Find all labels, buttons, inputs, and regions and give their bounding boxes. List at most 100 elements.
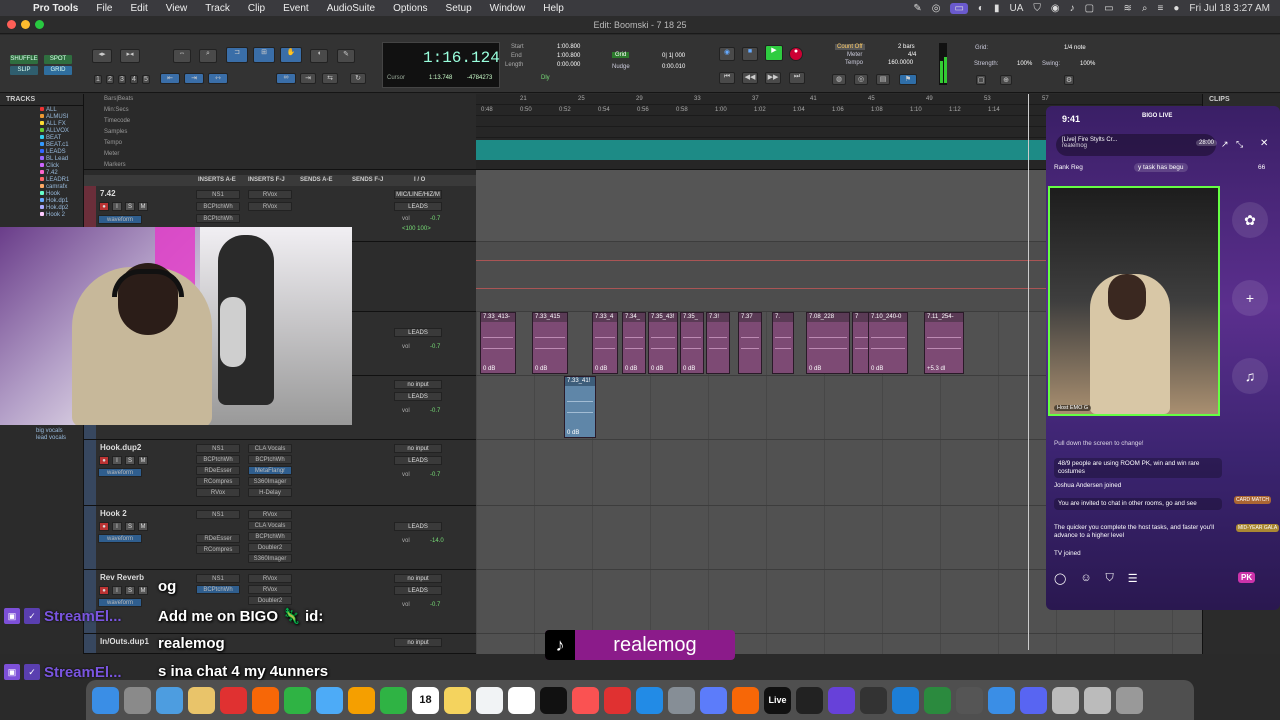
- menu-view[interactable]: View: [157, 3, 197, 14]
- stop-icon[interactable]: ■: [742, 47, 758, 61]
- insert-j[interactable]: S360Imager: [248, 554, 292, 563]
- insert-e[interactable]: RVox: [196, 488, 240, 497]
- dock-music-icon[interactable]: [572, 686, 599, 714]
- insert-f[interactable]: RVox: [248, 190, 292, 199]
- zoom-preset-2[interactable]: 2: [106, 75, 114, 84]
- track-list-item[interactable]: ALL: [0, 107, 57, 114]
- quantize-icon[interactable]: ▢: [976, 75, 986, 85]
- audio-clip[interactable]: 7.37: [738, 312, 762, 374]
- insert-c[interactable]: BCPtchWh: [196, 214, 240, 223]
- zoom-preset-3[interactable]: 3: [118, 75, 126, 84]
- io-input[interactable]: no input: [394, 574, 442, 583]
- menu-file[interactable]: File: [87, 3, 121, 14]
- screen-record-icon[interactable]: ▭: [950, 2, 968, 14]
- insert-b[interactable]: BCPtchWh: [196, 202, 240, 211]
- conductor-icon[interactable]: ⚑: [899, 74, 917, 85]
- audio-clip[interactable]: 7.33_413- 0 dB: [480, 312, 516, 374]
- dock-facetime-icon[interactable]: [380, 686, 407, 714]
- audio-clip[interactable]: 7.35_43! 0 dB: [648, 312, 678, 374]
- shuffle-mode-button[interactable]: SHUFFLE: [10, 55, 38, 64]
- gift-slot-icon[interactable]: ✿: [1232, 202, 1268, 238]
- slip-mode-button[interactable]: SLIP: [10, 66, 38, 75]
- mic-slot-icon[interactable]: ♫: [1232, 358, 1268, 394]
- input-monitor-button[interactable]: I: [112, 522, 122, 531]
- grabber-tool-icon[interactable]: ✋: [280, 47, 302, 63]
- dock-appletv-icon[interactable]: [540, 686, 567, 714]
- menu-setup[interactable]: Setup: [437, 3, 481, 14]
- menu-clip[interactable]: Clip: [239, 3, 274, 14]
- track-row-inouts[interactable]: In/Outs.dup1 no input: [84, 634, 476, 654]
- input-monitor-button[interactable]: I: [112, 586, 122, 595]
- insert-g[interactable]: BCPtchWh: [248, 455, 292, 464]
- track-name[interactable]: Hook.dup2: [100, 443, 141, 452]
- dock-brave-icon[interactable]: [252, 686, 279, 714]
- chat-message-1[interactable]: 48/9 people are using ROOM PK, win and w…: [1054, 458, 1222, 478]
- headset-icon[interactable]: ◐: [978, 3, 984, 14]
- display-icon[interactable]: ▢: [1085, 3, 1094, 14]
- dock-launchpad-icon[interactable]: [124, 686, 151, 714]
- dock-utility-icon[interactable]: [860, 686, 887, 714]
- dock-appstore-icon[interactable]: [636, 686, 663, 714]
- volume-value[interactable]: -14.0: [430, 538, 444, 544]
- tempo-value[interactable]: 160.0000: [888, 60, 913, 66]
- link-icon[interactable]: ∞: [276, 73, 296, 84]
- dock-pro-tools-icon[interactable]: [828, 686, 855, 714]
- live-video-frame[interactable]: Host EMO G: [1048, 186, 1220, 416]
- mirror-icon[interactable]: ⇆: [322, 73, 338, 84]
- track-row-hook-dup2[interactable]: Hook.dup2 ● I S M waveform NS1 BCPtchWh …: [84, 440, 476, 506]
- audio-clip[interactable]: 7.33_41! 0 dB: [564, 376, 596, 438]
- insert-d[interactable]: RCompres: [196, 477, 240, 486]
- track-view-selector[interactable]: waveform: [98, 215, 142, 224]
- volume-icon[interactable]: ♪: [1070, 3, 1075, 14]
- creative-cloud-icon[interactable]: ◎: [932, 3, 941, 14]
- input-source-label[interactable]: UA: [1009, 3, 1023, 14]
- input-monitor-button[interactable]: I: [112, 202, 122, 211]
- audio-clip[interactable]: 7.33_4 0 dB: [592, 312, 618, 374]
- io-input[interactable]: no input: [394, 638, 442, 647]
- dock-music3-icon[interactable]: [1084, 686, 1111, 714]
- insert-g[interactable]: RVox: [248, 202, 292, 211]
- ruler-timecode[interactable]: Timecode: [104, 118, 130, 124]
- insert-f[interactable]: CLA Vocals: [248, 444, 292, 453]
- menu-event[interactable]: Event: [274, 3, 318, 14]
- track-name[interactable]: Rev Reverb: [100, 573, 144, 582]
- grid-mode-button[interactable]: GRID: [44, 66, 72, 75]
- dock-messages-icon[interactable]: [284, 686, 311, 714]
- nudge-value[interactable]: 0:00.010: [662, 64, 685, 70]
- magnifier-icon[interactable]: ⌕: [199, 49, 217, 63]
- track-list-item[interactable]: Click: [0, 163, 59, 170]
- insert-j[interactable]: H-Delay: [248, 488, 292, 497]
- track-list-item[interactable]: LEADR1: [0, 177, 69, 184]
- solo-button[interactable]: S: [125, 202, 135, 211]
- dock-trash-icon[interactable]: [1116, 686, 1143, 714]
- track-view-selector[interactable]: waveform: [98, 534, 142, 543]
- dock-finder-icon[interactable]: [92, 686, 119, 714]
- trim-tool-icon[interactable]: ⊐: [226, 47, 248, 63]
- track-list-item[interactable]: Hok.dp2: [0, 205, 68, 212]
- io-input[interactable]: no input: [394, 380, 442, 389]
- insert-d[interactable]: RCompres: [196, 545, 240, 554]
- insert-g[interactable]: RVox: [248, 585, 292, 594]
- track-list-item[interactable]: Hook: [0, 191, 60, 198]
- chat-message-3[interactable]: You are invited to chat in other rooms, …: [1054, 498, 1222, 510]
- dock-activity-icon[interactable]: [924, 686, 951, 714]
- close-stream-icon[interactable]: ✕: [1260, 138, 1268, 149]
- share-icon[interactable]: ↗: [1221, 139, 1229, 150]
- io-output[interactable]: LEADS: [394, 586, 442, 595]
- wifi-icon[interactable]: ≋: [1124, 3, 1132, 14]
- rewind-icon[interactable]: ◀◀: [742, 72, 758, 84]
- dock-opera-icon[interactable]: [220, 686, 247, 714]
- rec-arm-button[interactable]: ●: [99, 456, 109, 465]
- track-list-item[interactable]: LEADS: [0, 149, 66, 156]
- selector-tool-icon[interactable]: ⊞: [253, 47, 275, 63]
- grid-value[interactable]: 0| 1| 000: [662, 53, 685, 59]
- zoomer-tool-icon[interactable]: ⇔: [173, 49, 191, 63]
- menu-track[interactable]: Track: [196, 3, 239, 14]
- io-input[interactable]: no input: [394, 444, 442, 453]
- track-view-selector[interactable]: waveform: [98, 598, 142, 607]
- track-name[interactable]: Hook 2: [100, 509, 127, 518]
- insert-a[interactable]: NS1: [196, 574, 240, 583]
- quill-icon[interactable]: ✎: [913, 3, 921, 14]
- control-center-icon[interactable]: ≡: [1158, 3, 1164, 14]
- menu-edit[interactable]: Edit: [122, 3, 157, 14]
